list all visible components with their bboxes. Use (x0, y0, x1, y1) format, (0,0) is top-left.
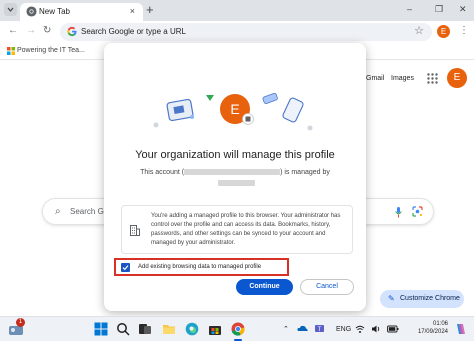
profile-avatar-button[interactable]: E (437, 25, 450, 38)
continue-button[interactable]: Continue (236, 279, 293, 295)
windows-start-icon[interactable] (94, 322, 108, 336)
add-browsing-data-option[interactable]: Add existing browsing data to managed pr… (114, 258, 289, 276)
clock-time: 01:06 (432, 321, 448, 327)
tab-search-button[interactable] (4, 3, 17, 16)
back-button[interactable]: ← (8, 25, 18, 37)
tab-new-tab[interactable]: New Tab × (20, 3, 143, 21)
volume-icon[interactable] (371, 324, 381, 334)
bookmark-item[interactable]: Powering the IT Tea... (17, 46, 85, 56)
tab-close-button[interactable]: × (130, 5, 135, 17)
redacted-email (184, 169, 281, 176)
svg-text:T: T (318, 327, 322, 333)
chrome-taskbar-icon[interactable] (231, 322, 245, 336)
info-box: You're adding a managed profile to this … (121, 205, 353, 254)
tab-strip: New Tab × + – ❐ ✕ (0, 0, 474, 21)
pencil-icon: ✎ (388, 294, 395, 303)
tab-title: New Tab (39, 7, 70, 16)
address-bar[interactable]: Search Google or type a URL ☆ (60, 23, 432, 41)
ntp-search-placeholder: Search G (70, 207, 104, 216)
close-window-button[interactable]: ✕ (459, 3, 467, 15)
lens-icon[interactable] (412, 206, 423, 217)
minimize-button[interactable]: – (407, 3, 412, 15)
managed-profile-illustration: E (153, 92, 313, 131)
add-browsing-data-checkbox[interactable] (121, 263, 130, 272)
onedrive-icon[interactable] (297, 323, 308, 334)
cancel-button[interactable]: Cancel (300, 279, 354, 295)
google-icon (67, 26, 77, 37)
maximize-button[interactable]: ❐ (435, 3, 443, 15)
taskbar: 1 ⌃ T ENG 01:06 17/09/2024 (0, 316, 474, 341)
ntp-profile-avatar[interactable]: E (447, 68, 467, 88)
store-icon[interactable] (208, 322, 222, 336)
chevron-down-icon (7, 7, 14, 12)
svg-text:E: E (230, 101, 239, 117)
add-browsing-data-label: Add existing browsing data to managed pr… (138, 264, 262, 270)
menu-kebab-icon[interactable]: ⋮ (459, 25, 469, 37)
customize-chrome-label: Customize Chrome (400, 295, 460, 302)
bookmark-star-icon[interactable]: ☆ (414, 25, 424, 38)
subtitle-prefix: This account ( (140, 169, 185, 176)
search-icon: ⌕ (55, 206, 61, 217)
bookmark-favicon-icon (7, 47, 15, 55)
edge-icon[interactable] (185, 322, 199, 336)
dialog-subtitle: This account ( ) is managed by (104, 168, 366, 178)
microphone-icon[interactable] (395, 207, 402, 218)
wifi-icon[interactable] (355, 324, 365, 334)
checkmark-icon (122, 265, 129, 271)
new-tab-button[interactable]: + (146, 3, 154, 17)
redacted-domain (218, 180, 255, 186)
customize-chrome-button[interactable]: ✎ Customize Chrome (380, 290, 464, 308)
language-indicator[interactable]: ENG (336, 325, 351, 334)
battery-icon[interactable] (387, 324, 399, 334)
images-link[interactable]: Images (391, 74, 414, 84)
managed-profile-dialog: E Your organization will manage this pro… (104, 43, 366, 311)
chrome-icon (26, 6, 37, 17)
copilot-icon[interactable] (454, 323, 466, 335)
taskbar-search-icon[interactable] (116, 322, 130, 336)
task-view-icon[interactable] (138, 322, 152, 336)
file-explorer-icon[interactable] (162, 322, 176, 336)
reload-button[interactable]: ↻ (43, 25, 51, 37)
dialog-title: Your organization will manage this profi… (135, 149, 335, 161)
teams-icon[interactable]: T (314, 323, 325, 334)
gmail-link[interactable]: Gmail (366, 74, 384, 84)
toolbar: ← → ↻ Search Google or type a URL ☆ E ⋮ (0, 21, 474, 43)
google-apps-icon[interactable] (427, 73, 438, 84)
clock-date: 17/09/2024 (417, 329, 448, 335)
subtitle-suffix: ) is managed by (280, 169, 330, 176)
system-clock[interactable]: 01:06 17/09/2024 (408, 320, 448, 336)
omnibox-placeholder: Search Google or type a URL (81, 27, 186, 36)
info-text: You're adding a managed profile to this … (151, 213, 341, 246)
notification-badge: 1 (16, 318, 25, 327)
tray-chevron-icon[interactable]: ⌃ (283, 325, 289, 334)
building-icon (130, 225, 140, 236)
forward-button[interactable]: → (26, 25, 36, 37)
